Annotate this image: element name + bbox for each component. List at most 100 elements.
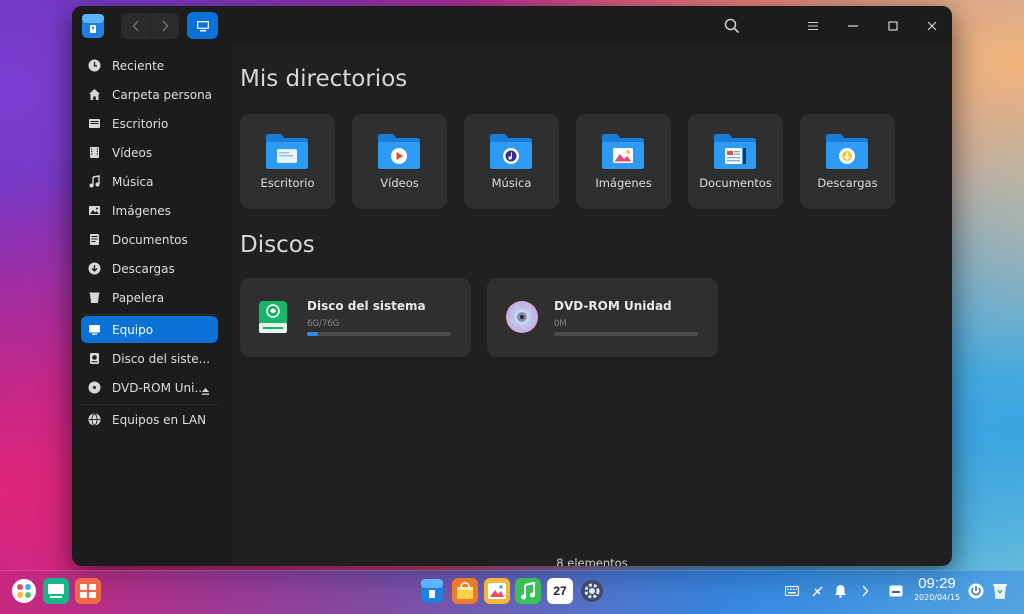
sidebar-item-label: Vídeos bbox=[112, 145, 153, 160]
dock-music-player[interactable] bbox=[515, 578, 541, 604]
dock-control-center[interactable] bbox=[579, 578, 605, 604]
disks-title: Discos bbox=[240, 232, 315, 258]
notifications-tray[interactable] bbox=[832, 583, 848, 599]
folder-tile-videos[interactable]: Vídeos bbox=[352, 114, 447, 209]
disk-icon bbox=[87, 352, 101, 366]
folder-tile-downloads[interactable]: Descargas bbox=[800, 114, 895, 209]
desktop-view-button[interactable] bbox=[75, 578, 101, 604]
computer-icon bbox=[87, 323, 101, 337]
settings-gear-icon bbox=[581, 580, 603, 602]
image-icon bbox=[87, 204, 101, 218]
sidebar-item-videos[interactable]: Vídeos bbox=[81, 139, 218, 166]
sidebar-item-label: Reciente bbox=[112, 58, 165, 73]
sidebar-item-label: Descargas bbox=[112, 261, 175, 276]
chevron-right-icon bbox=[862, 585, 869, 597]
videos-folder-icon bbox=[378, 134, 420, 169]
maximize-icon bbox=[888, 21, 898, 31]
disk-name: Disco del sistema bbox=[307, 299, 426, 313]
keyboard-icon bbox=[785, 586, 799, 596]
clock-time[interactable]: 09:29 bbox=[912, 575, 962, 592]
home-icon bbox=[87, 88, 101, 102]
multitask-view-button[interactable] bbox=[43, 578, 69, 604]
keyboard-tray[interactable] bbox=[784, 583, 800, 599]
download-icon bbox=[87, 262, 101, 276]
sidebar-item-label: Música bbox=[112, 174, 154, 189]
scissors-icon bbox=[812, 586, 822, 596]
sidebar-item-documents[interactable]: Documentos bbox=[81, 226, 218, 253]
screen-icon bbox=[889, 585, 903, 597]
chevron-left-icon bbox=[132, 20, 139, 32]
hamburger-menu-icon bbox=[808, 21, 818, 31]
computer-icon bbox=[196, 20, 209, 31]
screenshot-tray[interactable] bbox=[809, 583, 825, 599]
network-icon bbox=[87, 413, 101, 427]
folder-label: Escritorio bbox=[260, 176, 315, 190]
title-bar bbox=[72, 6, 952, 46]
file-manager-app-icon[interactable] bbox=[81, 13, 105, 39]
disk-card-dvd[interactable]: DVD-ROM Unidad 0M bbox=[487, 278, 718, 357]
folder-tile-documents[interactable]: Documentos bbox=[688, 114, 783, 209]
navigation-buttons bbox=[121, 13, 179, 39]
sidebar-item-lan[interactable]: Equipos en LAN bbox=[81, 406, 218, 433]
sidebar-item-label: Disco del siste... bbox=[112, 351, 211, 366]
desktop-indicator-tray[interactable] bbox=[888, 583, 904, 599]
sidebar-item-computer[interactable]: Equipo bbox=[81, 316, 218, 343]
minimize-button[interactable] bbox=[841, 14, 865, 38]
sidebar-item-label: Papelera bbox=[112, 290, 165, 305]
folder-tile-desktop[interactable]: Escritorio bbox=[240, 114, 335, 209]
folder-tile-images[interactable]: Imágenes bbox=[576, 114, 671, 209]
images-folder-icon bbox=[602, 134, 644, 169]
tray-expand-button[interactable] bbox=[857, 583, 873, 599]
sidebar-item-trash[interactable]: Papelera bbox=[81, 284, 218, 311]
sidebar-item-label: Escritorio bbox=[112, 116, 169, 131]
search-button[interactable] bbox=[720, 14, 744, 38]
disk-card-system[interactable]: Disco del sistema 6G/76G bbox=[240, 278, 471, 357]
sidebar: Reciente Carpeta personal Escritorio Víd… bbox=[72, 46, 232, 566]
show-desktop-icon bbox=[80, 584, 96, 598]
launcher-button[interactable] bbox=[11, 578, 37, 604]
breadcrumb-computer-button[interactable] bbox=[187, 12, 218, 39]
sidebar-item-downloads[interactable]: Descargas bbox=[81, 255, 218, 282]
documents-folder-icon bbox=[714, 134, 756, 169]
music-icon bbox=[87, 175, 101, 189]
downloads-folder-icon bbox=[826, 134, 868, 169]
dock-calendar[interactable]: 27 bbox=[547, 578, 573, 604]
sidebar-divider bbox=[81, 404, 218, 405]
dvd-icon bbox=[87, 381, 101, 395]
sidebar-item-label: Carpeta personal bbox=[112, 87, 212, 102]
folder-label: Descargas bbox=[817, 176, 878, 190]
sidebar-item-desktop[interactable]: Escritorio bbox=[81, 110, 218, 137]
music-folder-icon bbox=[490, 134, 532, 169]
sidebar-item-home[interactable]: Carpeta personal bbox=[81, 81, 218, 108]
bell-icon bbox=[834, 585, 846, 598]
dock-app-store[interactable] bbox=[452, 578, 478, 604]
sidebar-item-system-disk[interactable]: Disco del siste... bbox=[81, 345, 218, 372]
sidebar-item-music[interactable]: Música bbox=[81, 168, 218, 195]
system-disk-icon bbox=[258, 300, 288, 338]
forward-button[interactable] bbox=[150, 13, 179, 39]
maximize-button[interactable] bbox=[881, 14, 905, 38]
trash-dock-item[interactable] bbox=[991, 581, 1009, 601]
clock-icon bbox=[87, 59, 101, 73]
status-bar: 8 elementos bbox=[556, 556, 628, 566]
folder-tile-music[interactable]: Música bbox=[464, 114, 559, 209]
desktop-icon bbox=[87, 117, 101, 131]
back-button[interactable] bbox=[121, 13, 150, 39]
disk-usage-bar bbox=[554, 332, 698, 336]
sidebar-divider bbox=[81, 314, 218, 315]
eject-icon[interactable] bbox=[201, 381, 210, 395]
directories-title: Mis directorios bbox=[240, 66, 408, 92]
sidebar-item-dvd[interactable]: DVD-ROM Uni... bbox=[81, 374, 218, 401]
power-button[interactable] bbox=[967, 582, 985, 600]
image-viewer-icon bbox=[488, 583, 506, 599]
close-button[interactable] bbox=[920, 14, 944, 38]
menu-button[interactable] bbox=[801, 14, 825, 38]
app-store-icon bbox=[457, 582, 473, 599]
sidebar-item-images[interactable]: Imágenes bbox=[81, 197, 218, 224]
dock-image-viewer[interactable] bbox=[484, 578, 510, 604]
dock-file-manager[interactable] bbox=[419, 578, 445, 604]
launcher-icon bbox=[12, 579, 36, 603]
trash-icon bbox=[993, 584, 1007, 599]
sidebar-item-recent[interactable]: Reciente bbox=[81, 52, 218, 79]
music-player-icon bbox=[521, 582, 535, 600]
